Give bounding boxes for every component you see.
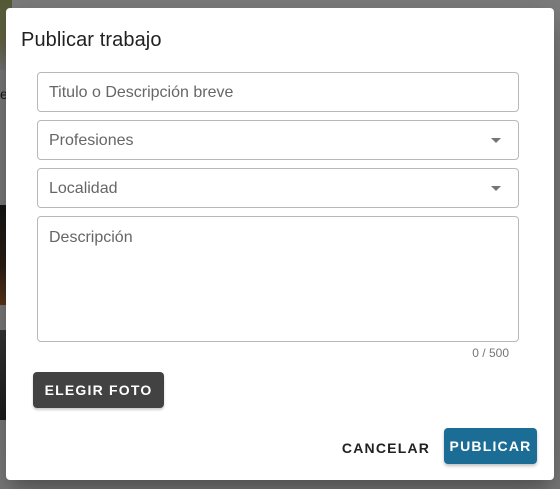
publish-button[interactable]: PUBLICAR: [444, 428, 537, 464]
professions-select[interactable]: Profesiones: [37, 120, 519, 160]
publish-job-dialog: Publicar trabajo Titulo o Descripción br…: [6, 8, 554, 480]
arrow-drop-down-icon: [491, 186, 501, 191]
professions-select-label: Profesiones: [49, 132, 134, 149]
description-textarea-placeholder: Descripción: [49, 229, 133, 246]
title-input[interactable]: Titulo o Descripción breve: [37, 72, 519, 112]
locality-select[interactable]: Localidad: [37, 168, 519, 208]
dialog-title: Publicar trabajo: [21, 29, 162, 51]
description-char-counter: 0 / 500: [472, 346, 509, 360]
title-input-placeholder: Titulo o Descripción breve: [49, 84, 234, 101]
description-textarea[interactable]: Descripción: [37, 216, 519, 342]
locality-select-label: Localidad: [49, 180, 118, 197]
choose-photo-button[interactable]: ELEGIR FOTO: [33, 372, 164, 408]
cancel-button[interactable]: CANCELAR: [338, 430, 434, 466]
arrow-drop-down-icon: [491, 138, 501, 143]
